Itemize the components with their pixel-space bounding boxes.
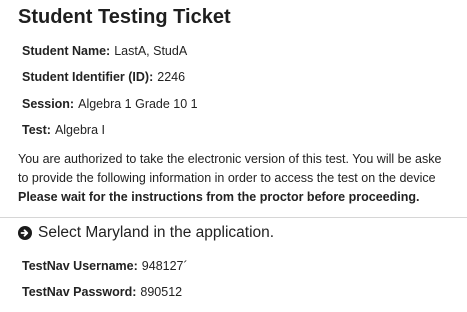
select-state-row: Select Maryland in the application.: [18, 224, 274, 242]
ticket-title: Student Testing Ticket: [18, 6, 231, 28]
password-value: 890512: [140, 285, 183, 299]
select-state-text: Select Maryland in the application.: [38, 224, 275, 241]
test-row: Test: Algebra I: [22, 123, 105, 137]
student-testing-ticket: Student Testing Ticket Student Name: Last…: [0, 0, 467, 312]
student-name-value: LastA, StudA: [114, 44, 188, 58]
instructions-line-2: to provide the following information in …: [18, 171, 436, 185]
session-row: Session: Algebra 1 Grade 10 1: [22, 97, 198, 111]
password-label: TestNav Password:: [22, 285, 137, 299]
student-name-label: Student Name:: [22, 44, 111, 58]
username-value: 948127´: [141, 259, 188, 273]
session-label: Session:: [22, 97, 75, 111]
instructions-paragraph: You are authorized to take the electroni…: [18, 150, 467, 207]
student-id-row: Student Identifier (ID): 2246: [22, 70, 185, 84]
username-row: TestNav Username: 948127´: [22, 259, 188, 273]
instructions-line-1: You are authorized to take the electroni…: [18, 152, 442, 166]
student-id-value: 2246: [157, 70, 186, 84]
student-id-label: Student Identifier (ID):: [22, 70, 154, 84]
test-value: Algebra I: [54, 123, 105, 137]
username-label: TestNav Username:: [22, 259, 138, 273]
instructions-bold-line: Please wait for the instructions from th…: [18, 190, 420, 204]
circle-arrow-right-icon: [18, 226, 32, 240]
section-divider: [0, 217, 467, 218]
test-label: Test:: [22, 123, 51, 137]
student-name-row: Student Name: LastA, StudA: [22, 44, 187, 58]
session-value: Algebra 1 Grade 10 1: [78, 97, 198, 111]
password-row: TestNav Password: 890512: [22, 285, 182, 299]
